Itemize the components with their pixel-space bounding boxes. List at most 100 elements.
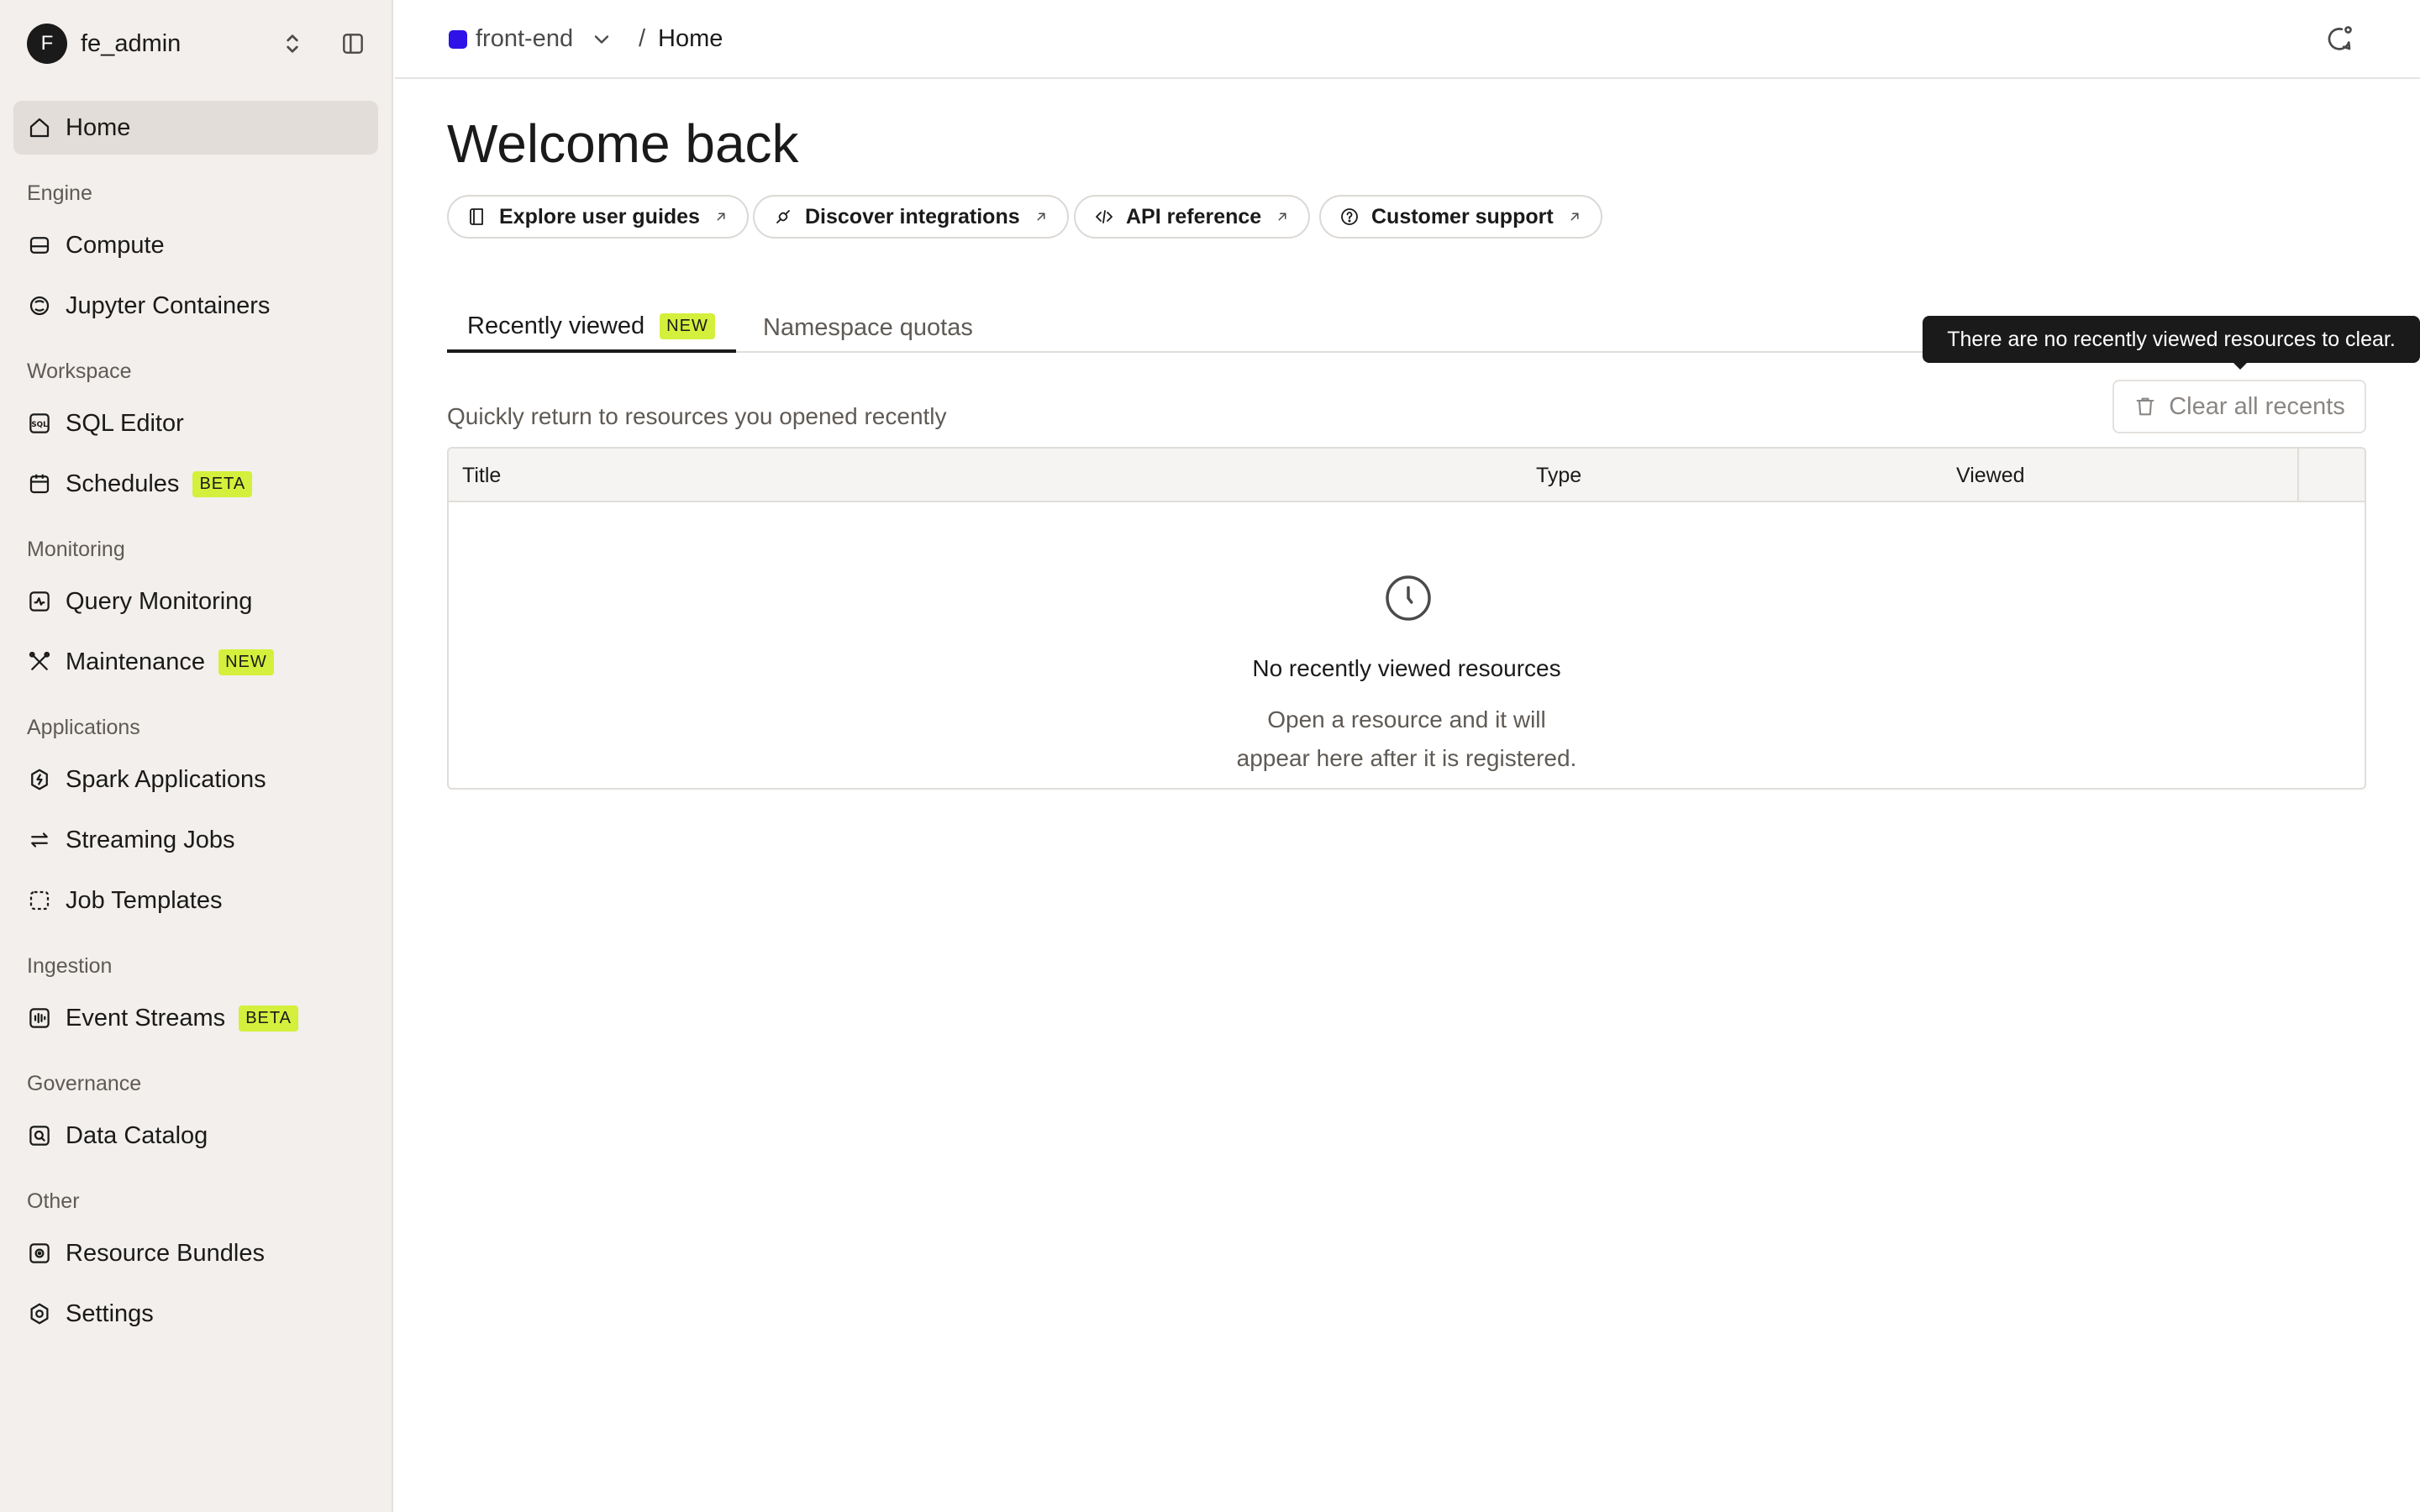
sql-icon: SQL [29, 413, 50, 433]
external-link-icon [717, 213, 725, 221]
breadcrumb-separator: / [639, 25, 646, 52]
activity-icon [29, 591, 50, 612]
namespace-color-swatch [449, 30, 467, 49]
column-header-title[interactable]: Title [462, 464, 501, 488]
section-title-governance: Governance [27, 1072, 142, 1095]
api-reference-link[interactable]: API reference [1074, 195, 1311, 239]
sidebar-item-label: Resource Bundles [66, 1239, 265, 1267]
clear-button-label: Clear all recents [2169, 392, 2345, 420]
tab-label: Recently viewed [467, 312, 645, 339]
server-icon [29, 237, 50, 254]
sidebar-item-label: Settings [66, 1299, 154, 1327]
new-badge: NEW [660, 312, 715, 339]
new-badge: NEW [218, 648, 274, 675]
sidebar-item-label: Streaming Jobs [66, 826, 235, 853]
tab-recently-viewed[interactable]: Recently viewed NEW [447, 302, 736, 353]
page-title: Welcome back [447, 113, 799, 174]
section-title-monitoring: Monitoring [27, 538, 125, 561]
section-subtitle: Quickly return to resources you opened r… [447, 403, 947, 429]
clear-all-recents-button[interactable]: Clear all recents [2112, 380, 2366, 433]
plug-icon [776, 210, 790, 223]
clear-recents-tooltip: There are no recently viewed resources t… [1923, 316, 2420, 363]
sidebar-item-streaming[interactable]: Streaming Jobs [13, 813, 378, 867]
empty-state-line: Open a resource and it will [1267, 706, 1546, 732]
sidebar-toggle-icon[interactable] [339, 30, 366, 57]
trash-icon [2136, 397, 2154, 416]
sidebar-item-maintenance[interactable]: Maintenance NEW [13, 635, 378, 689]
account-name: fe_admin [81, 29, 182, 57]
sidebar-item-label: Jupyter Containers [66, 291, 271, 319]
code-icon [1096, 210, 1113, 223]
sidebar-item-label: Maintenance [66, 648, 206, 675]
sidebar-item-label: Query Monitoring [66, 587, 253, 615]
calendar-icon [29, 474, 50, 494]
section-title-applications: Applications [27, 716, 140, 739]
sidebar-item-query-monitoring[interactable]: Query Monitoring [13, 575, 378, 628]
chevron-down-icon[interactable] [590, 28, 613, 51]
sidebar-item-home[interactable]: Home [13, 101, 378, 155]
dashed-square-icon [29, 890, 50, 911]
column-header-viewed[interactable]: Viewed [1956, 464, 2025, 488]
breadcrumb-current: Home [658, 25, 723, 52]
account-switcher[interactable]: F fe_admin [27, 24, 371, 64]
sidebar-item-compute[interactable]: Compute [13, 218, 378, 272]
beta-badge: BETA [192, 470, 253, 497]
catalog-icon [29, 1126, 50, 1146]
section-title-other: Other [27, 1189, 80, 1213]
namespace-selector[interactable]: front-end [476, 25, 573, 53]
top-bar: front-end / Home [395, 0, 2420, 79]
external-link-icon [1570, 213, 1579, 221]
sidebar-item-schedules[interactable]: Schedules BETA [13, 457, 378, 511]
tools-icon [29, 651, 50, 670]
chevron-up-down-icon[interactable] [279, 30, 306, 57]
jupyter-icon [29, 296, 50, 316]
waveform-icon [29, 1008, 50, 1028]
sidebar-item-jupyter[interactable]: Jupyter Containers [13, 279, 378, 333]
sidebar: F fe_admin Home Engine Compute Jupyter C… [0, 0, 393, 1512]
avatar: F [27, 24, 67, 64]
gear-icon [30, 1303, 49, 1325]
sidebar-item-label: Home [66, 113, 131, 141]
quick-link-label: Explore user guides [499, 204, 700, 228]
table-header: Title Type Viewed [449, 449, 2365, 502]
discover-integrations-link[interactable]: Discover integrations [753, 195, 1069, 239]
chat-notification-icon[interactable] [2324, 24, 2354, 54]
empty-state: No recently viewed resources Open a reso… [449, 502, 2365, 788]
help-circle-icon [1341, 208, 1358, 225]
column-header-type[interactable]: Type [1536, 464, 1581, 488]
beta-badge: BETA [239, 1005, 298, 1032]
bundle-icon [29, 1243, 50, 1263]
svg-text:SQL: SQL [31, 421, 48, 429]
swap-arrows-icon [31, 832, 48, 848]
sidebar-item-settings[interactable]: Settings [13, 1287, 378, 1341]
sidebar-item-event-streams[interactable]: Event Streams BETA [13, 991, 378, 1045]
sidebar-item-job-templates[interactable]: Job Templates [13, 874, 378, 927]
sidebar-item-spark[interactable]: Spark Applications [13, 753, 378, 806]
spark-icon [31, 769, 48, 790]
home-icon [29, 118, 50, 138]
quick-link-label: Discover integrations [805, 204, 1020, 228]
empty-state-line: appear here after it is registered. [1236, 745, 1577, 771]
empty-state-description: Open a resource and it will appear here … [449, 701, 2365, 778]
empty-state-title: No recently viewed resources [1252, 655, 1561, 681]
column-divider [2297, 449, 2299, 502]
tab-label: Namespace quotas [763, 313, 973, 341]
sidebar-item-label: Job Templates [66, 886, 223, 914]
sidebar-item-label: Compute [66, 231, 165, 259]
tooltip-arrow [2232, 361, 2249, 370]
customer-support-link[interactable]: Customer support [1319, 195, 1602, 239]
explore-guides-link[interactable]: Explore user guides [447, 195, 749, 239]
tab-namespace-quotas[interactable]: Namespace quotas [763, 302, 973, 353]
sidebar-item-label: Schedules [66, 470, 180, 497]
recent-resources-table: Title Type Viewed No recently viewed res… [447, 447, 2366, 790]
section-title-engine: Engine [27, 181, 92, 205]
sidebar-item-sql-editor[interactable]: SQL SQL Editor [13, 396, 378, 450]
section-title-workspace: Workspace [27, 360, 132, 383]
section-title-ingestion: Ingestion [27, 954, 113, 978]
external-link-icon [1037, 213, 1045, 221]
sidebar-item-data-catalog[interactable]: Data Catalog [13, 1109, 378, 1163]
sidebar-item-resource-bundles[interactable]: Resource Bundles [13, 1226, 378, 1280]
sidebar-item-label: Spark Applications [66, 765, 266, 793]
clock-icon [1386, 575, 1431, 621]
book-icon [470, 208, 483, 225]
